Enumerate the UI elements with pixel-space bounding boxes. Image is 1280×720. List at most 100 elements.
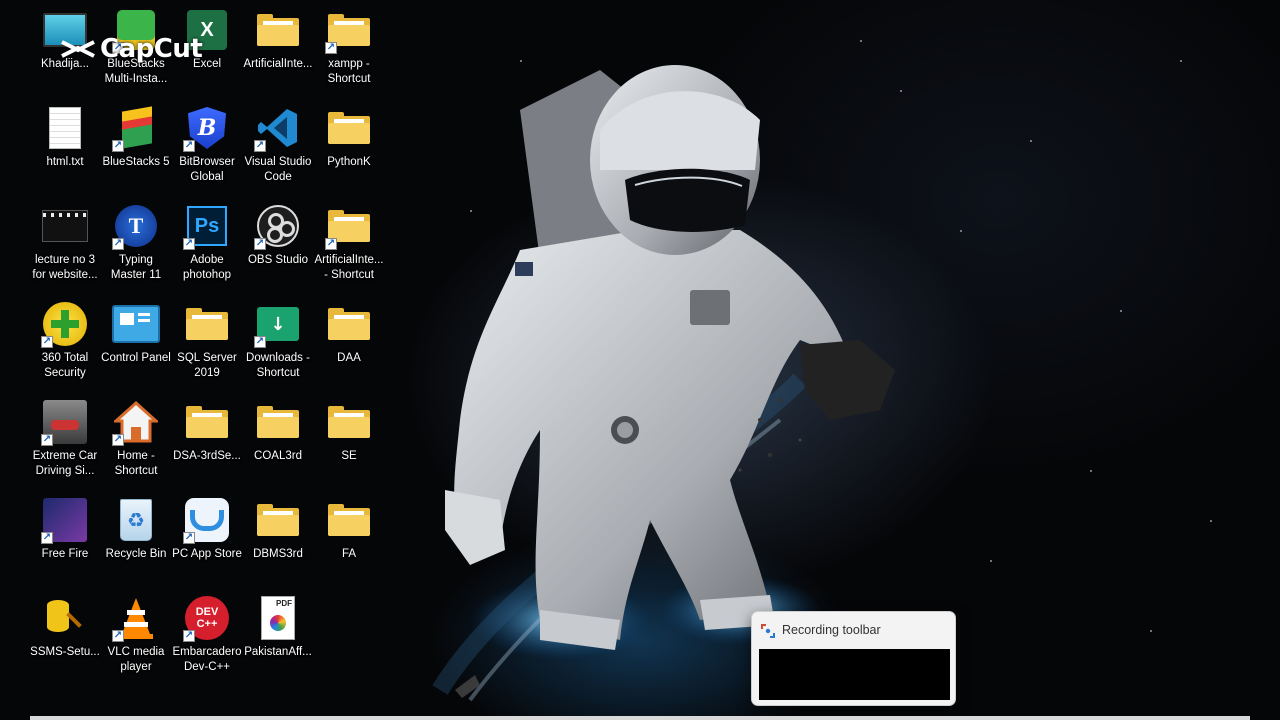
ssms-setup-icon [41,594,89,642]
obs-icon: ↗ [254,202,302,250]
desktop-icon-label: OBS Studio [247,254,309,266]
desktop-icon-label: 360 Total Security [41,352,89,379]
folder-icon [183,398,231,446]
recording-toolbar-body[interactable] [759,649,950,700]
free-fire-icon: ↗ [41,496,89,544]
desktop-icon-label: Extreme Car Driving Si... [32,450,98,477]
recording-toolbar-title: Recording toolbar [782,623,881,637]
folder-icon [325,104,373,152]
desktop-icon-label: VLC media player [107,646,165,673]
pdf-file-icon: PDF [254,594,302,642]
vlc-icon: ↗ [112,594,160,642]
recycle-bin-icon: ♻ [112,496,160,544]
shortcut-arrow-icon: ↗ [112,630,124,642]
desktop[interactable]: Khadija... ↗ BlueStacks Multi-Insta... X Exc… [0,0,1280,720]
devcpp-icon: DEV C++ ↗ [183,594,231,642]
folder-icon [325,398,373,446]
home-icon: ↗ [112,398,160,446]
photoshop-icon: Ps ↗ [183,202,231,250]
desktop-icon-label: FA [341,548,357,560]
shortcut-arrow-icon: ↗ [41,336,53,348]
desktop-icon-coal3rd[interactable]: COAL3rd [239,394,317,490]
shortcut-arrow-icon: ↗ [183,630,195,642]
desktop-icon-dsa-3rdse[interactable]: DSA-3rdSe... [168,394,246,490]
folder-icon [325,300,373,348]
desktop-icon-label: COAL3rd [254,450,302,462]
desktop-icon-embarcadero-dev-c[interactable]: DEV C++ ↗ Embarcadero Dev-C++ [168,590,246,686]
desktop-icon-label: DBMS3rd [253,548,303,560]
desktop-icon-pakistanaff[interactable]: PDF PakistanAff... [239,590,317,686]
shortcut-arrow-icon: ↗ [112,238,124,250]
security-360-icon: ↗ [41,300,89,348]
desktop-icon-bitbrowser-global[interactable]: B ↗ BitBrowser Global [168,100,246,196]
shortcut-arrow-icon: ↗ [254,238,266,250]
desktop-icon-xampp-shortcut[interactable]: ↗ xampp - Shortcut [310,2,388,98]
app-store-icon: ↗ [183,496,231,544]
shortcut-arrow-icon: ↗ [254,140,266,152]
desktop-icon-label: Home - Shortcut [114,450,158,477]
desktop-icon-ssms-setu[interactable]: SSMS-Setu... [26,590,104,686]
taskbar-edge [30,716,1250,720]
shortcut-arrow-icon: ↗ [254,336,266,348]
desktop-icon-recycle-bin[interactable]: ♻ Recycle Bin [97,492,175,588]
desktop-icon-extreme-car-driving-si[interactable]: ↗ Extreme Car Driving Si... [26,394,104,490]
desktop-icon-label: ArtificialInte... - Shortcut [314,254,384,281]
typing-master-icon: T ↗ [112,202,160,250]
desktop-icon-typing-master-11[interactable]: T ↗ Typing Master 11 [97,198,175,294]
desktop-icon-label: BlueStacks 5 [102,156,170,168]
desktop-icon-label: PakistanAff... [244,646,312,658]
desktop-icon-sql-server-2019[interactable]: SQL Server 2019 [168,296,246,392]
folder-icon: ↗ [325,202,373,250]
desktop-icon-label: ArtificialInte... [243,58,313,70]
desktop-icon-visual-studio-code[interactable]: ↗ Visual Studio Code [239,100,317,196]
desktop-icon-pc-app-store[interactable]: ↗ PC App Store [168,492,246,588]
bitbrowser-icon: B ↗ [183,104,231,152]
desktop-icon-label: BitBrowser Global [179,156,235,183]
shortcut-arrow-icon: ↗ [325,238,337,250]
desktop-icon-daa[interactable]: DAA [310,296,388,392]
snipping-tool-icon [761,624,775,638]
capcut-watermark: CapCut [60,34,203,64]
desktop-icon-fa[interactable]: FA [310,492,388,588]
desktop-icon-360-total-security[interactable]: ↗ 360 Total Security [26,296,104,392]
folder-icon [254,496,302,544]
control-panel-icon [112,300,160,348]
desktop-icon-label: SE [341,450,357,462]
desktop-icon-se[interactable]: SE [310,394,388,490]
desktop-icon-pythonk[interactable]: PythonK [310,100,388,196]
shortcut-arrow-icon: ↗ [112,434,124,446]
desktop-icon-obs-studio[interactable]: ↗ OBS Studio [239,198,317,294]
folder-icon [183,300,231,348]
desktop-icon-adobe-photohop[interactable]: Ps ↗ Adobe photohop [168,198,246,294]
desktop-icon-label: html.txt [46,156,84,168]
desktop-icon-bluestacks-5[interactable]: ↗ BlueStacks 5 [97,100,175,196]
shortcut-arrow-icon: ↗ [325,42,337,54]
video-file-icon [41,202,89,250]
desktop-icon-vlc-media-player[interactable]: ↗ VLC media player [97,590,175,686]
recording-toolbar[interactable]: Recording toolbar [751,611,956,706]
car-game-icon: ↗ [41,398,89,446]
desktop-icon-lecture-no-3-for-website[interactable]: lecture no 3 for website... [26,198,104,294]
desktop-icon-label: Downloads - Shortcut [246,352,310,379]
desktop-icon-artificialinte-shortcut[interactable]: ↗ ArtificialInte... - Shortcut [310,198,388,294]
desktop-icon-downloads-shortcut[interactable]: ↓ ↗ Downloads - Shortcut [239,296,317,392]
desktop-icon-dbms3rd[interactable]: DBMS3rd [239,492,317,588]
desktop-icon-label: Embarcadero Dev-C++ [172,646,242,673]
desktop-icon-label: Control Panel [101,352,171,364]
desktop-icon-html-txt[interactable]: html.txt [26,100,104,196]
desktop-icon-label: SSMS-Setu... [30,646,100,658]
desktop-icon-free-fire[interactable]: ↗ Free Fire [26,492,104,588]
desktop-icon-label: PC App Store [172,548,242,560]
desktop-icon-artificialinte[interactable]: ArtificialInte... [239,2,317,98]
shortcut-arrow-icon: ↗ [183,238,195,250]
text-file-icon [41,104,89,152]
desktop-icon-label: Adobe photohop [183,254,231,281]
folder-icon [325,496,373,544]
desktop-icon-label: Free Fire [41,548,89,560]
folder-icon: ↗ [325,6,373,54]
desktop-icon-control-panel[interactable]: Control Panel [97,296,175,392]
desktop-icon-label: lecture no 3 for website... [32,254,98,281]
desktop-icon-home-shortcut[interactable]: ↗ Home - Shortcut [97,394,175,490]
desktop-icon-label: Recycle Bin [105,548,167,560]
downloads-folder-icon: ↓ ↗ [254,300,302,348]
